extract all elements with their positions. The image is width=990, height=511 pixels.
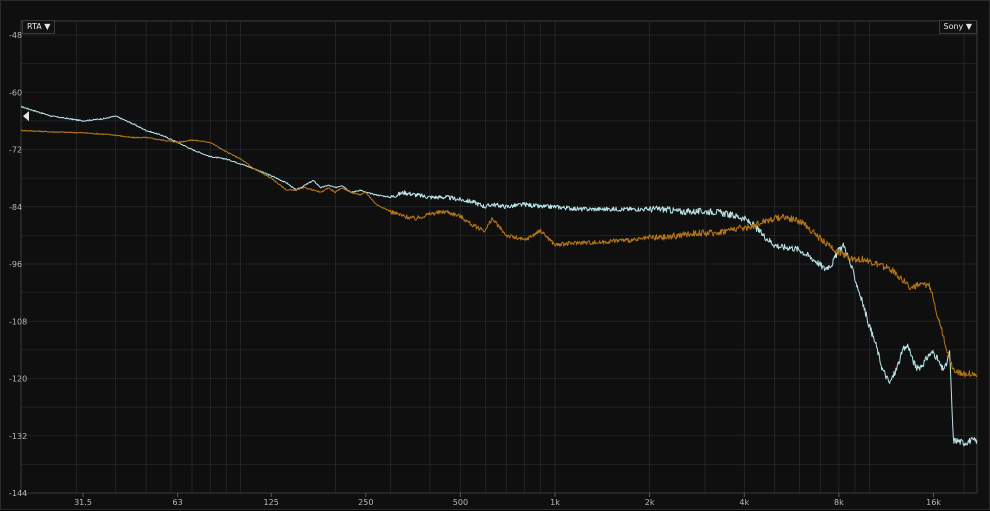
mode-dropdown[interactable]: RTA ▼ xyxy=(22,20,56,34)
y-tick-label: -72 xyxy=(9,146,22,155)
x-tick-label: 500 xyxy=(453,498,468,507)
x-tick-label: 125 xyxy=(264,498,279,507)
plot-background xyxy=(21,21,977,493)
x-tick-label: 4k xyxy=(739,498,749,507)
x-tick-label: 16k xyxy=(926,498,941,507)
y-tick-label: -48 xyxy=(9,31,22,40)
x-tick-label: 1k xyxy=(550,498,560,507)
y-tick-label: -120 xyxy=(9,375,27,384)
x-tick-label: 2k xyxy=(645,498,655,507)
x-tick-label: 31.5 xyxy=(74,498,92,507)
source-dropdown[interactable]: Sony ▼ xyxy=(938,20,977,34)
spectrum-plot: -48 -60 -72 -84 -96 -108 -120 -132 -144 31.5 63 12… xyxy=(9,20,978,507)
rta-analyzer-panel: -48 -60 -72 -84 -96 -108 -120 -132 -144 31.5 63 12… xyxy=(0,0,990,510)
x-axis-labels: 31.5 63 125 250 500 1k 2k 4k 8k 16k xyxy=(74,493,941,507)
y-tick-label: -108 xyxy=(9,317,27,326)
y-tick-label: -84 xyxy=(9,203,22,212)
x-tick-label: 63 xyxy=(173,498,183,507)
x-tick-label: 250 xyxy=(358,498,373,507)
y-tick-label: -60 xyxy=(9,88,22,97)
y-tick-label: -96 xyxy=(9,260,22,269)
y-tick-label: -144 xyxy=(9,489,27,498)
x-tick-label: 8k xyxy=(834,498,844,507)
y-tick-label: -132 xyxy=(9,432,27,441)
